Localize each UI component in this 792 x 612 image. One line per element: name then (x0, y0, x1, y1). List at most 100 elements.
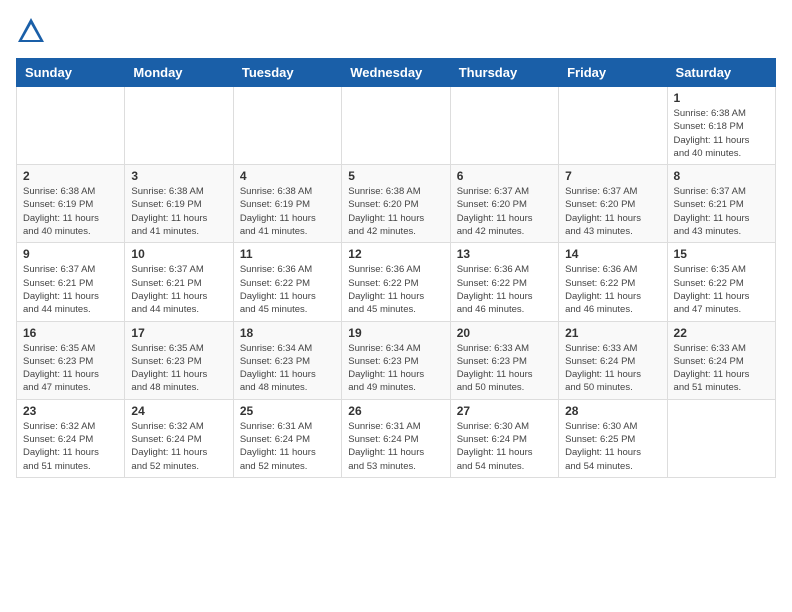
day-info: Sunrise: 6:37 AMSunset: 6:21 PMDaylight:… (674, 185, 769, 238)
calendar-cell: 16Sunrise: 6:35 AMSunset: 6:23 PMDayligh… (17, 321, 125, 399)
day-info: Sunrise: 6:37 AMSunset: 6:20 PMDaylight:… (565, 185, 660, 238)
calendar-week-row: 2 Sunrise: 6:38 AMSunset: 6:19 PMDaylight… (17, 165, 776, 243)
day-info: Sunrise: 6:33 AMSunset: 6:23 PMDaylight:… (457, 342, 552, 395)
logo-icon (16, 16, 46, 46)
day-number: 25 (240, 404, 335, 418)
calendar-cell (667, 399, 775, 477)
weekday-header-friday: Friday (559, 59, 667, 87)
day-number: 24 (131, 404, 226, 418)
calendar-cell: 5 Sunrise: 6:38 AMSunset: 6:20 PMDaylight… (342, 165, 450, 243)
day-number: 13 (457, 247, 552, 261)
day-number: 8 (674, 169, 769, 183)
day-number: 4 (240, 169, 335, 183)
day-number: 2 (23, 169, 118, 183)
day-info: Sunrise: 6:37 AMSunset: 6:21 PMDaylight:… (131, 263, 226, 316)
calendar-week-row: 23 Sunrise: 6:32 AMSunset: 6:24 PMDayligh… (17, 399, 776, 477)
header (16, 16, 776, 46)
day-info: Sunrise: 6:35 AMSunset: 6:23 PMDaylight:… (131, 342, 226, 395)
calendar-cell: 6 Sunrise: 6:37 AMSunset: 6:20 PMDaylight… (450, 165, 558, 243)
day-number: 3 (131, 169, 226, 183)
day-info: Sunrise: 6:33 AMSunset: 6:24 PMDaylight:… (565, 342, 660, 395)
calendar-cell: 23 Sunrise: 6:32 AMSunset: 6:24 PMDayligh… (17, 399, 125, 477)
day-info: Sunrise: 6:35 AMSunset: 6:22 PMDaylight:… (674, 263, 769, 316)
calendar-cell: 4 Sunrise: 6:38 AMSunset: 6:19 PMDaylight… (233, 165, 341, 243)
day-number: 11 (240, 247, 335, 261)
day-info: Sunrise: 6:34 AMSunset: 6:23 PMDaylight:… (240, 342, 335, 395)
calendar-cell: 26 Sunrise: 6:31 AMSunset: 6:24 PMDayligh… (342, 399, 450, 477)
calendar-cell (233, 87, 341, 165)
day-number: 26 (348, 404, 443, 418)
calendar-cell (559, 87, 667, 165)
weekday-header-saturday: Saturday (667, 59, 775, 87)
day-number: 20 (457, 326, 552, 340)
day-info: Sunrise: 6:31 AMSunset: 6:24 PMDaylight:… (348, 420, 443, 473)
day-number: 14 (565, 247, 660, 261)
day-number: 15 (674, 247, 769, 261)
day-number: 27 (457, 404, 552, 418)
weekday-header-row: SundayMondayTuesdayWednesdayThursdayFrid… (17, 59, 776, 87)
day-info: Sunrise: 6:31 AMSunset: 6:24 PMDaylight:… (240, 420, 335, 473)
calendar-cell: 21 Sunrise: 6:33 AMSunset: 6:24 PMDayligh… (559, 321, 667, 399)
calendar-cell: 15 Sunrise: 6:35 AMSunset: 6:22 PMDayligh… (667, 243, 775, 321)
day-number: 5 (348, 169, 443, 183)
day-number: 10 (131, 247, 226, 261)
weekday-header-wednesday: Wednesday (342, 59, 450, 87)
day-info: Sunrise: 6:38 AMSunset: 6:20 PMDaylight:… (348, 185, 443, 238)
day-number: 12 (348, 247, 443, 261)
calendar-week-row: 1Sunrise: 6:38 AMSunset: 6:18 PMDaylight… (17, 87, 776, 165)
calendar-cell: 27 Sunrise: 6:30 AMSunset: 6:24 PMDayligh… (450, 399, 558, 477)
calendar-cell: 22Sunrise: 6:33 AMSunset: 6:24 PMDayligh… (667, 321, 775, 399)
day-info: Sunrise: 6:32 AMSunset: 6:24 PMDaylight:… (23, 420, 118, 473)
weekday-header-tuesday: Tuesday (233, 59, 341, 87)
weekday-header-monday: Monday (125, 59, 233, 87)
day-info: Sunrise: 6:34 AMSunset: 6:23 PMDaylight:… (348, 342, 443, 395)
calendar-cell: 14 Sunrise: 6:36 AMSunset: 6:22 PMDayligh… (559, 243, 667, 321)
day-info: Sunrise: 6:38 AMSunset: 6:19 PMDaylight:… (131, 185, 226, 238)
day-info: Sunrise: 6:35 AMSunset: 6:23 PMDaylight:… (23, 342, 118, 395)
day-info: Sunrise: 6:36 AMSunset: 6:22 PMDaylight:… (565, 263, 660, 316)
day-info: Sunrise: 6:38 AMSunset: 6:18 PMDaylight:… (674, 107, 769, 160)
calendar-cell (450, 87, 558, 165)
day-info: Sunrise: 6:37 AMSunset: 6:21 PMDaylight:… (23, 263, 118, 316)
calendar-cell: 7 Sunrise: 6:37 AMSunset: 6:20 PMDaylight… (559, 165, 667, 243)
day-info: Sunrise: 6:32 AMSunset: 6:24 PMDaylight:… (131, 420, 226, 473)
day-number: 23 (23, 404, 118, 418)
weekday-header-sunday: Sunday (17, 59, 125, 87)
day-info: Sunrise: 6:36 AMSunset: 6:22 PMDaylight:… (348, 263, 443, 316)
calendar-cell: 19 Sunrise: 6:34 AMSunset: 6:23 PMDayligh… (342, 321, 450, 399)
day-number: 6 (457, 169, 552, 183)
day-number: 17 (131, 326, 226, 340)
day-info: Sunrise: 6:38 AMSunset: 6:19 PMDaylight:… (23, 185, 118, 238)
day-info: Sunrise: 6:30 AMSunset: 6:24 PMDaylight:… (457, 420, 552, 473)
day-info: Sunrise: 6:37 AMSunset: 6:20 PMDaylight:… (457, 185, 552, 238)
day-info: Sunrise: 6:30 AMSunset: 6:25 PMDaylight:… (565, 420, 660, 473)
calendar-cell (125, 87, 233, 165)
calendar-cell: 18 Sunrise: 6:34 AMSunset: 6:23 PMDayligh… (233, 321, 341, 399)
day-number: 22 (674, 326, 769, 340)
calendar-cell: 9 Sunrise: 6:37 AMSunset: 6:21 PMDaylight… (17, 243, 125, 321)
day-number: 9 (23, 247, 118, 261)
logo (16, 16, 50, 46)
day-info: Sunrise: 6:38 AMSunset: 6:19 PMDaylight:… (240, 185, 335, 238)
calendar-cell: 8 Sunrise: 6:37 AMSunset: 6:21 PMDaylight… (667, 165, 775, 243)
calendar-cell: 28 Sunrise: 6:30 AMSunset: 6:25 PMDayligh… (559, 399, 667, 477)
day-info: Sunrise: 6:36 AMSunset: 6:22 PMDaylight:… (240, 263, 335, 316)
calendar-cell: 3 Sunrise: 6:38 AMSunset: 6:19 PMDaylight… (125, 165, 233, 243)
day-number: 21 (565, 326, 660, 340)
calendar-cell: 12 Sunrise: 6:36 AMSunset: 6:22 PMDayligh… (342, 243, 450, 321)
calendar-cell: 13 Sunrise: 6:36 AMSunset: 6:22 PMDayligh… (450, 243, 558, 321)
calendar-table: SundayMondayTuesdayWednesdayThursdayFrid… (16, 58, 776, 478)
day-number: 19 (348, 326, 443, 340)
calendar-cell: 10 Sunrise: 6:37 AMSunset: 6:21 PMDayligh… (125, 243, 233, 321)
day-number: 28 (565, 404, 660, 418)
calendar-cell: 20 Sunrise: 6:33 AMSunset: 6:23 PMDayligh… (450, 321, 558, 399)
weekday-header-thursday: Thursday (450, 59, 558, 87)
calendar-cell: 11 Sunrise: 6:36 AMSunset: 6:22 PMDayligh… (233, 243, 341, 321)
day-number: 7 (565, 169, 660, 183)
calendar-cell: 2 Sunrise: 6:38 AMSunset: 6:19 PMDaylight… (17, 165, 125, 243)
day-info: Sunrise: 6:36 AMSunset: 6:22 PMDaylight:… (457, 263, 552, 316)
day-number: 18 (240, 326, 335, 340)
calendar-cell: 25 Sunrise: 6:31 AMSunset: 6:24 PMDayligh… (233, 399, 341, 477)
calendar-cell: 17 Sunrise: 6:35 AMSunset: 6:23 PMDayligh… (125, 321, 233, 399)
calendar-cell: 24 Sunrise: 6:32 AMSunset: 6:24 PMDayligh… (125, 399, 233, 477)
